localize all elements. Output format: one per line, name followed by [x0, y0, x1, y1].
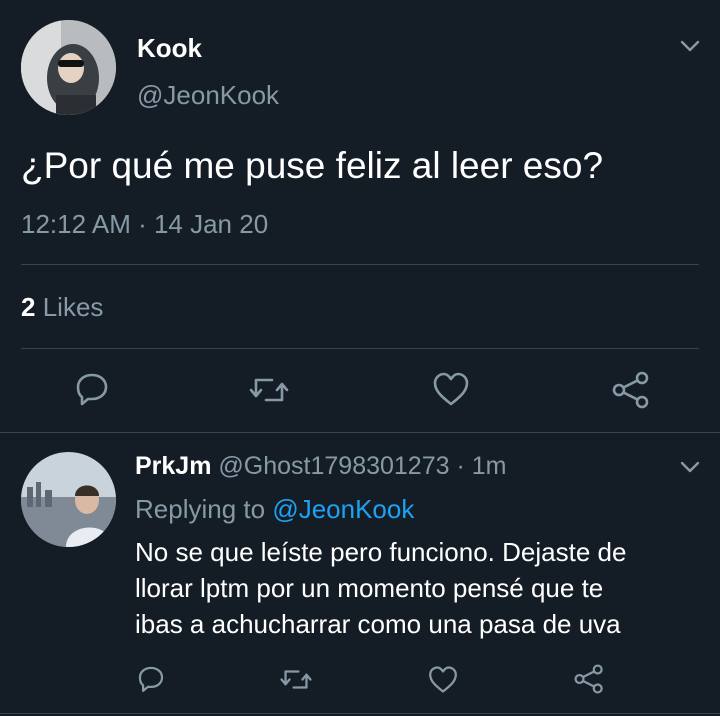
- reply-text-line: ibas a achucharrar como una pasa de uva: [135, 609, 621, 639]
- avatar-photo: [21, 452, 116, 547]
- reply-icon[interactable]: [136, 664, 166, 694]
- section-divider: [0, 432, 720, 433]
- reply-author-handle[interactable]: @Ghost1798301273: [218, 452, 449, 480]
- reply-header: PrkJm @Ghost1798301273 · 1m: [135, 452, 506, 481]
- like-icon[interactable]: [427, 665, 459, 694]
- divider: [21, 348, 699, 349]
- replying-to-label: Replying to: [135, 494, 266, 524]
- reply-text-line: No se que leíste pero funciono. Dejaste …: [135, 537, 627, 567]
- author-handle[interactable]: @JeonKook: [137, 80, 279, 111]
- chevron-down-icon[interactable]: [679, 459, 701, 475]
- divider: [21, 264, 699, 265]
- section-divider: [0, 713, 720, 714]
- retweet-icon[interactable]: [279, 665, 313, 694]
- like-icon[interactable]: [431, 371, 471, 407]
- avatar-photo: [21, 20, 116, 115]
- reply-icon[interactable]: [73, 370, 111, 408]
- share-icon[interactable]: [611, 371, 651, 409]
- avatar[interactable]: [21, 452, 116, 547]
- reply-text-line: llorar lptm por un momento pensé que te: [135, 573, 604, 603]
- chevron-down-icon[interactable]: [679, 38, 701, 54]
- likes-label: Likes: [42, 292, 104, 322]
- author-name[interactable]: Kook: [137, 33, 202, 64]
- tweet-timestamp[interactable]: 12:12 AM · 14 Jan 20: [21, 209, 268, 240]
- share-icon[interactable]: [573, 664, 605, 694]
- likes-count: 2: [21, 292, 36, 322]
- reply-time[interactable]: · 1m: [456, 452, 506, 480]
- likes-stat[interactable]: 2 Likes: [21, 292, 103, 323]
- retweet-icon[interactable]: [248, 372, 290, 408]
- replying-to-handle[interactable]: @JeonKook: [272, 494, 414, 524]
- tweet-text: ¿Por qué me puse feliz al leer eso?: [21, 145, 604, 186]
- reply-text: No se que leíste pero funciono. Dejaste …: [135, 534, 626, 642]
- avatar[interactable]: [21, 20, 116, 115]
- replying-to: Replying to @JeonKook: [135, 494, 414, 525]
- reply-author-name[interactable]: PrkJm: [135, 452, 211, 480]
